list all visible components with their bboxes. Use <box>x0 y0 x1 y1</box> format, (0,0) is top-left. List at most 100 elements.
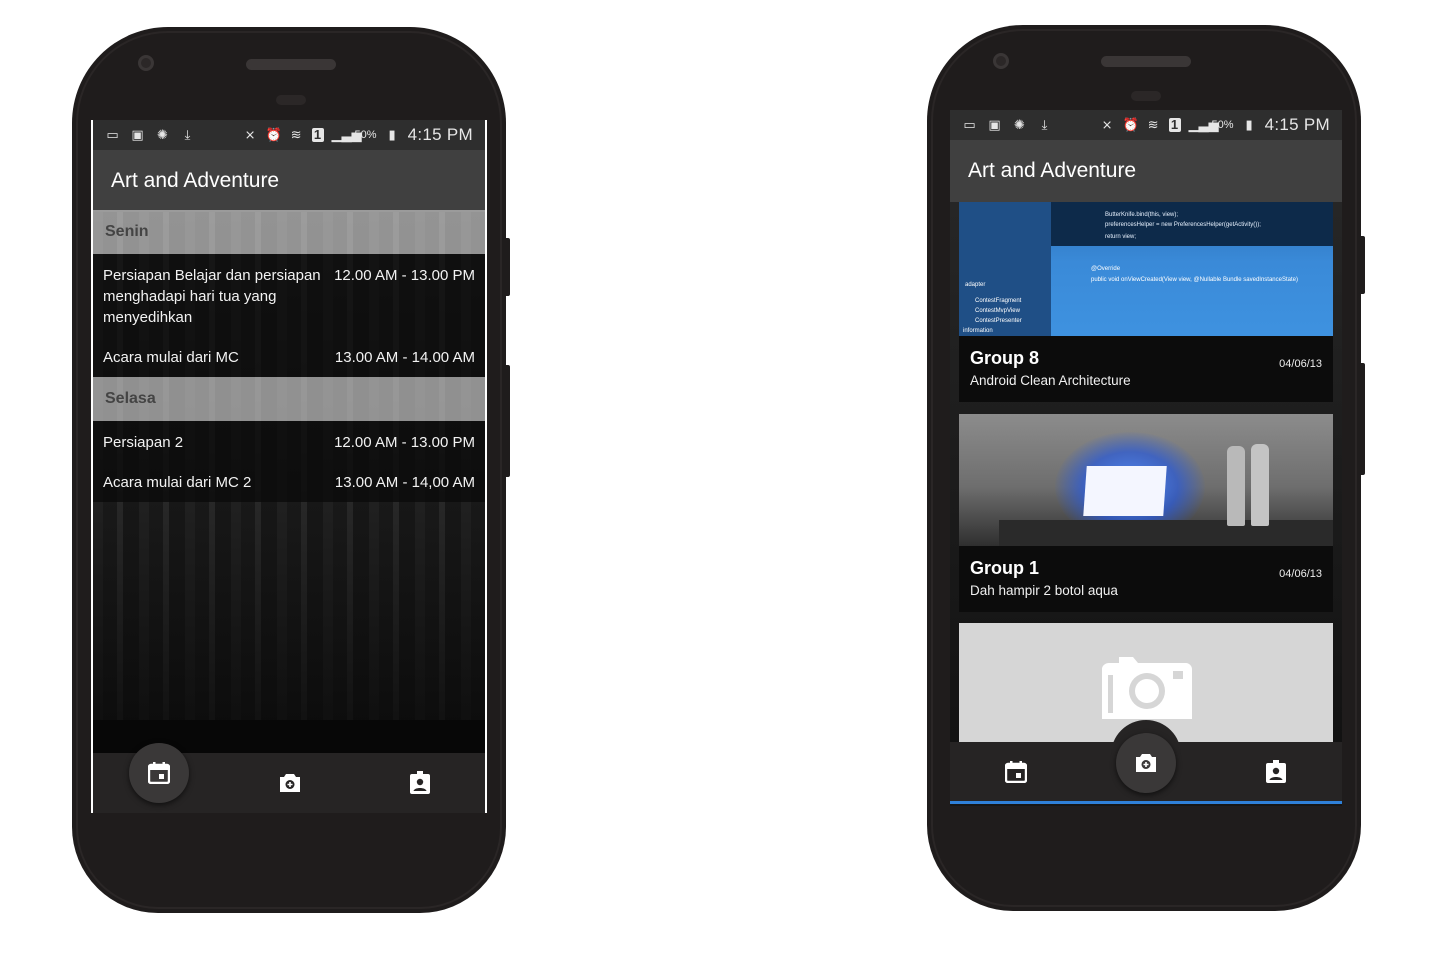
left-phone-volume-button <box>504 238 510 296</box>
proximity-sensor <box>1131 91 1161 101</box>
day-name: Senin <box>105 223 149 240</box>
day-name: Selasa <box>105 390 156 407</box>
event-row[interactable]: Persiapan 2 12.00 AM - 13.00 PM <box>93 421 485 453</box>
battery-icon: ▮ <box>1245 117 1253 132</box>
sim-icon: 1 <box>311 128 324 142</box>
bottle <box>1227 446 1245 526</box>
group-card-info: Group 8 Android Clean Architecture 04/06… <box>959 336 1333 402</box>
event-title: Persiapan 2 <box>103 434 184 451</box>
group-date: 04/06/13 <box>1279 358 1322 370</box>
event-row[interactable]: Persiapan Belajar dan persiapan menghada… <box>93 254 485 328</box>
signal-icon: ▁▃▅ <box>1188 117 1219 132</box>
code-line: adapter <box>965 282 986 288</box>
bottle <box>1251 444 1269 526</box>
contact-badge-icon <box>410 771 430 794</box>
earpiece-speaker <box>246 59 336 70</box>
mute-icon: ⨯ <box>1101 117 1113 132</box>
status-time: 4:15 PM <box>1264 115 1330 134</box>
code-editor-panel <box>959 202 1051 336</box>
event-time: 13.00 AM - 14,00 AM <box>334 474 475 491</box>
status-bar: ▭ ▣ ✺ ⤓ ⨯ ⏰ ≋ 1 ▁▃▅ 50% ▮ 4:15 PM <box>93 120 485 150</box>
right-phone-volume-button <box>1359 236 1365 294</box>
earpiece-speaker <box>1101 56 1191 67</box>
group-date: 04/06/13 <box>1279 568 1322 580</box>
mute-icon: ⨯ <box>244 127 256 142</box>
message-icon: ▭ <box>963 117 976 132</box>
day-events-senin: Persiapan Belajar dan persiapan menghada… <box>93 254 485 377</box>
event-row[interactable]: Acara mulai dari MC 2 13.00 AM - 14,00 A… <box>93 453 485 493</box>
code-line: @Override <box>1091 266 1121 272</box>
camera-icon <box>280 774 300 792</box>
download-icon: ⤓ <box>1041 117 1048 132</box>
download-icon: ⤓ <box>184 127 191 142</box>
code-line: preferencesHelper = new PreferencesHelpe… <box>1105 222 1261 228</box>
battery-level: 50% <box>1211 119 1234 131</box>
calendar-icon <box>1005 761 1027 783</box>
camera-placeholder-icon <box>1102 657 1192 719</box>
calendar-icon <box>148 762 170 784</box>
battery-icon: ▮ <box>388 127 396 142</box>
code-line: return view; <box>1105 234 1137 240</box>
alarm-icon: ⏰ <box>265 127 282 142</box>
alarm-icon: ⏰ <box>1122 117 1139 132</box>
wifi-icon: ≋ <box>1147 117 1159 132</box>
nav-profile[interactable] <box>1246 742 1306 802</box>
status-time: 4:15 PM <box>407 125 473 144</box>
app-bar: Art and Adventure <box>950 140 1342 202</box>
signal-icon: ▁▃▅ <box>331 127 362 142</box>
event-title: Persiapan Belajar dan persiapan menghada… <box>103 267 321 326</box>
app-title: Art and Adventure <box>968 159 1137 182</box>
image-icon: ▣ <box>988 117 1001 132</box>
sim-icon: 1 <box>1168 118 1181 132</box>
code-line: public void onViewCreated(View view, @Nu… <box>1091 277 1298 283</box>
nav-active-indicator <box>950 801 1342 804</box>
battery-level: 50% <box>354 129 377 141</box>
front-camera <box>138 55 154 71</box>
android-icon: ✺ <box>157 127 168 142</box>
app-title: Art and Adventure <box>111 169 280 192</box>
status-bar: ▭ ▣ ✺ ⤓ ⨯ ⏰ ≋ 1 ▁▃▅ 50% ▮ 4:15 PM <box>950 110 1342 140</box>
app-bar: Art and Adventure <box>93 150 485 212</box>
laptop-room-image <box>959 414 1333 546</box>
android-icon: ✺ <box>1014 117 1025 132</box>
event-time: 12.00 AM - 13.00 PM <box>334 267 475 284</box>
day-events-selasa: Persiapan 2 12.00 AM - 13.00 PM Acara mu… <box>93 421 485 502</box>
proximity-sensor <box>276 95 306 105</box>
contact-badge-icon <box>1266 760 1286 783</box>
nav-schedule[interactable] <box>986 742 1046 802</box>
group-card[interactable]: Group 1 Dah hampir 2 botol aqua 04/06/13 <box>959 414 1333 612</box>
image-icon: ▣ <box>131 127 144 142</box>
table-surface <box>999 520 1333 546</box>
code-line: ButterKnife.bind(this, view); <box>1105 212 1179 218</box>
group-card-info: Group 1 Dah hampir 2 botol aqua 04/06/13 <box>959 546 1333 612</box>
group-subtitle: Android Clean Architecture <box>970 373 1131 388</box>
code-line: information <box>963 328 993 334</box>
group-name: Group 8 <box>970 348 1040 368</box>
group-card[interactable]: ButterKnife.bind(this, view); preference… <box>959 202 1333 402</box>
day-header-senin: Senin <box>93 210 485 254</box>
event-time: 12.00 AM - 13.00 PM <box>334 434 475 451</box>
wifi-icon: ≋ <box>290 127 302 142</box>
group-subtitle: Dah hampir 2 botol aqua <box>970 583 1118 598</box>
code-line: ContestPresenter <box>975 318 1022 324</box>
event-row[interactable]: Acara mulai dari MC 13.00 AM - 14.00 AM <box>93 328 485 368</box>
code-line: ContestMvpView <box>975 308 1020 314</box>
group-name: Group 1 <box>970 558 1040 578</box>
right-screen: ▭ ▣ ✺ ⤓ ⨯ ⏰ ≋ 1 ▁▃▅ 50% ▮ 4:15 PM Art an… <box>950 110 1342 806</box>
nav-gallery-active[interactable] <box>1116 733 1176 793</box>
event-time: 13.00 AM - 14.00 AM <box>334 349 475 366</box>
camera-icon <box>1136 754 1156 772</box>
message-icon: ▭ <box>106 127 119 142</box>
nav-schedule-active[interactable] <box>129 743 189 803</box>
front-camera <box>993 53 1009 69</box>
right-phone-power-button <box>1359 363 1365 475</box>
nav-profile[interactable] <box>390 753 450 813</box>
nav-gallery[interactable] <box>260 753 320 813</box>
event-title: Acara mulai dari MC 2 <box>103 474 252 491</box>
left-phone-power-button <box>504 365 510 477</box>
left-screen: ▭ ▣ ✺ ⤓ ⨯ ⏰ ≋ 1 ▁▃▅ 50% ▮ 4:15 PM Art an… <box>91 120 487 813</box>
day-header-selasa: Selasa <box>93 377 485 421</box>
code-screenshot-image: ButterKnife.bind(this, view); preference… <box>959 202 1333 336</box>
code-line: ContestFragment <box>975 298 1022 304</box>
laptop-screen <box>1083 466 1167 516</box>
